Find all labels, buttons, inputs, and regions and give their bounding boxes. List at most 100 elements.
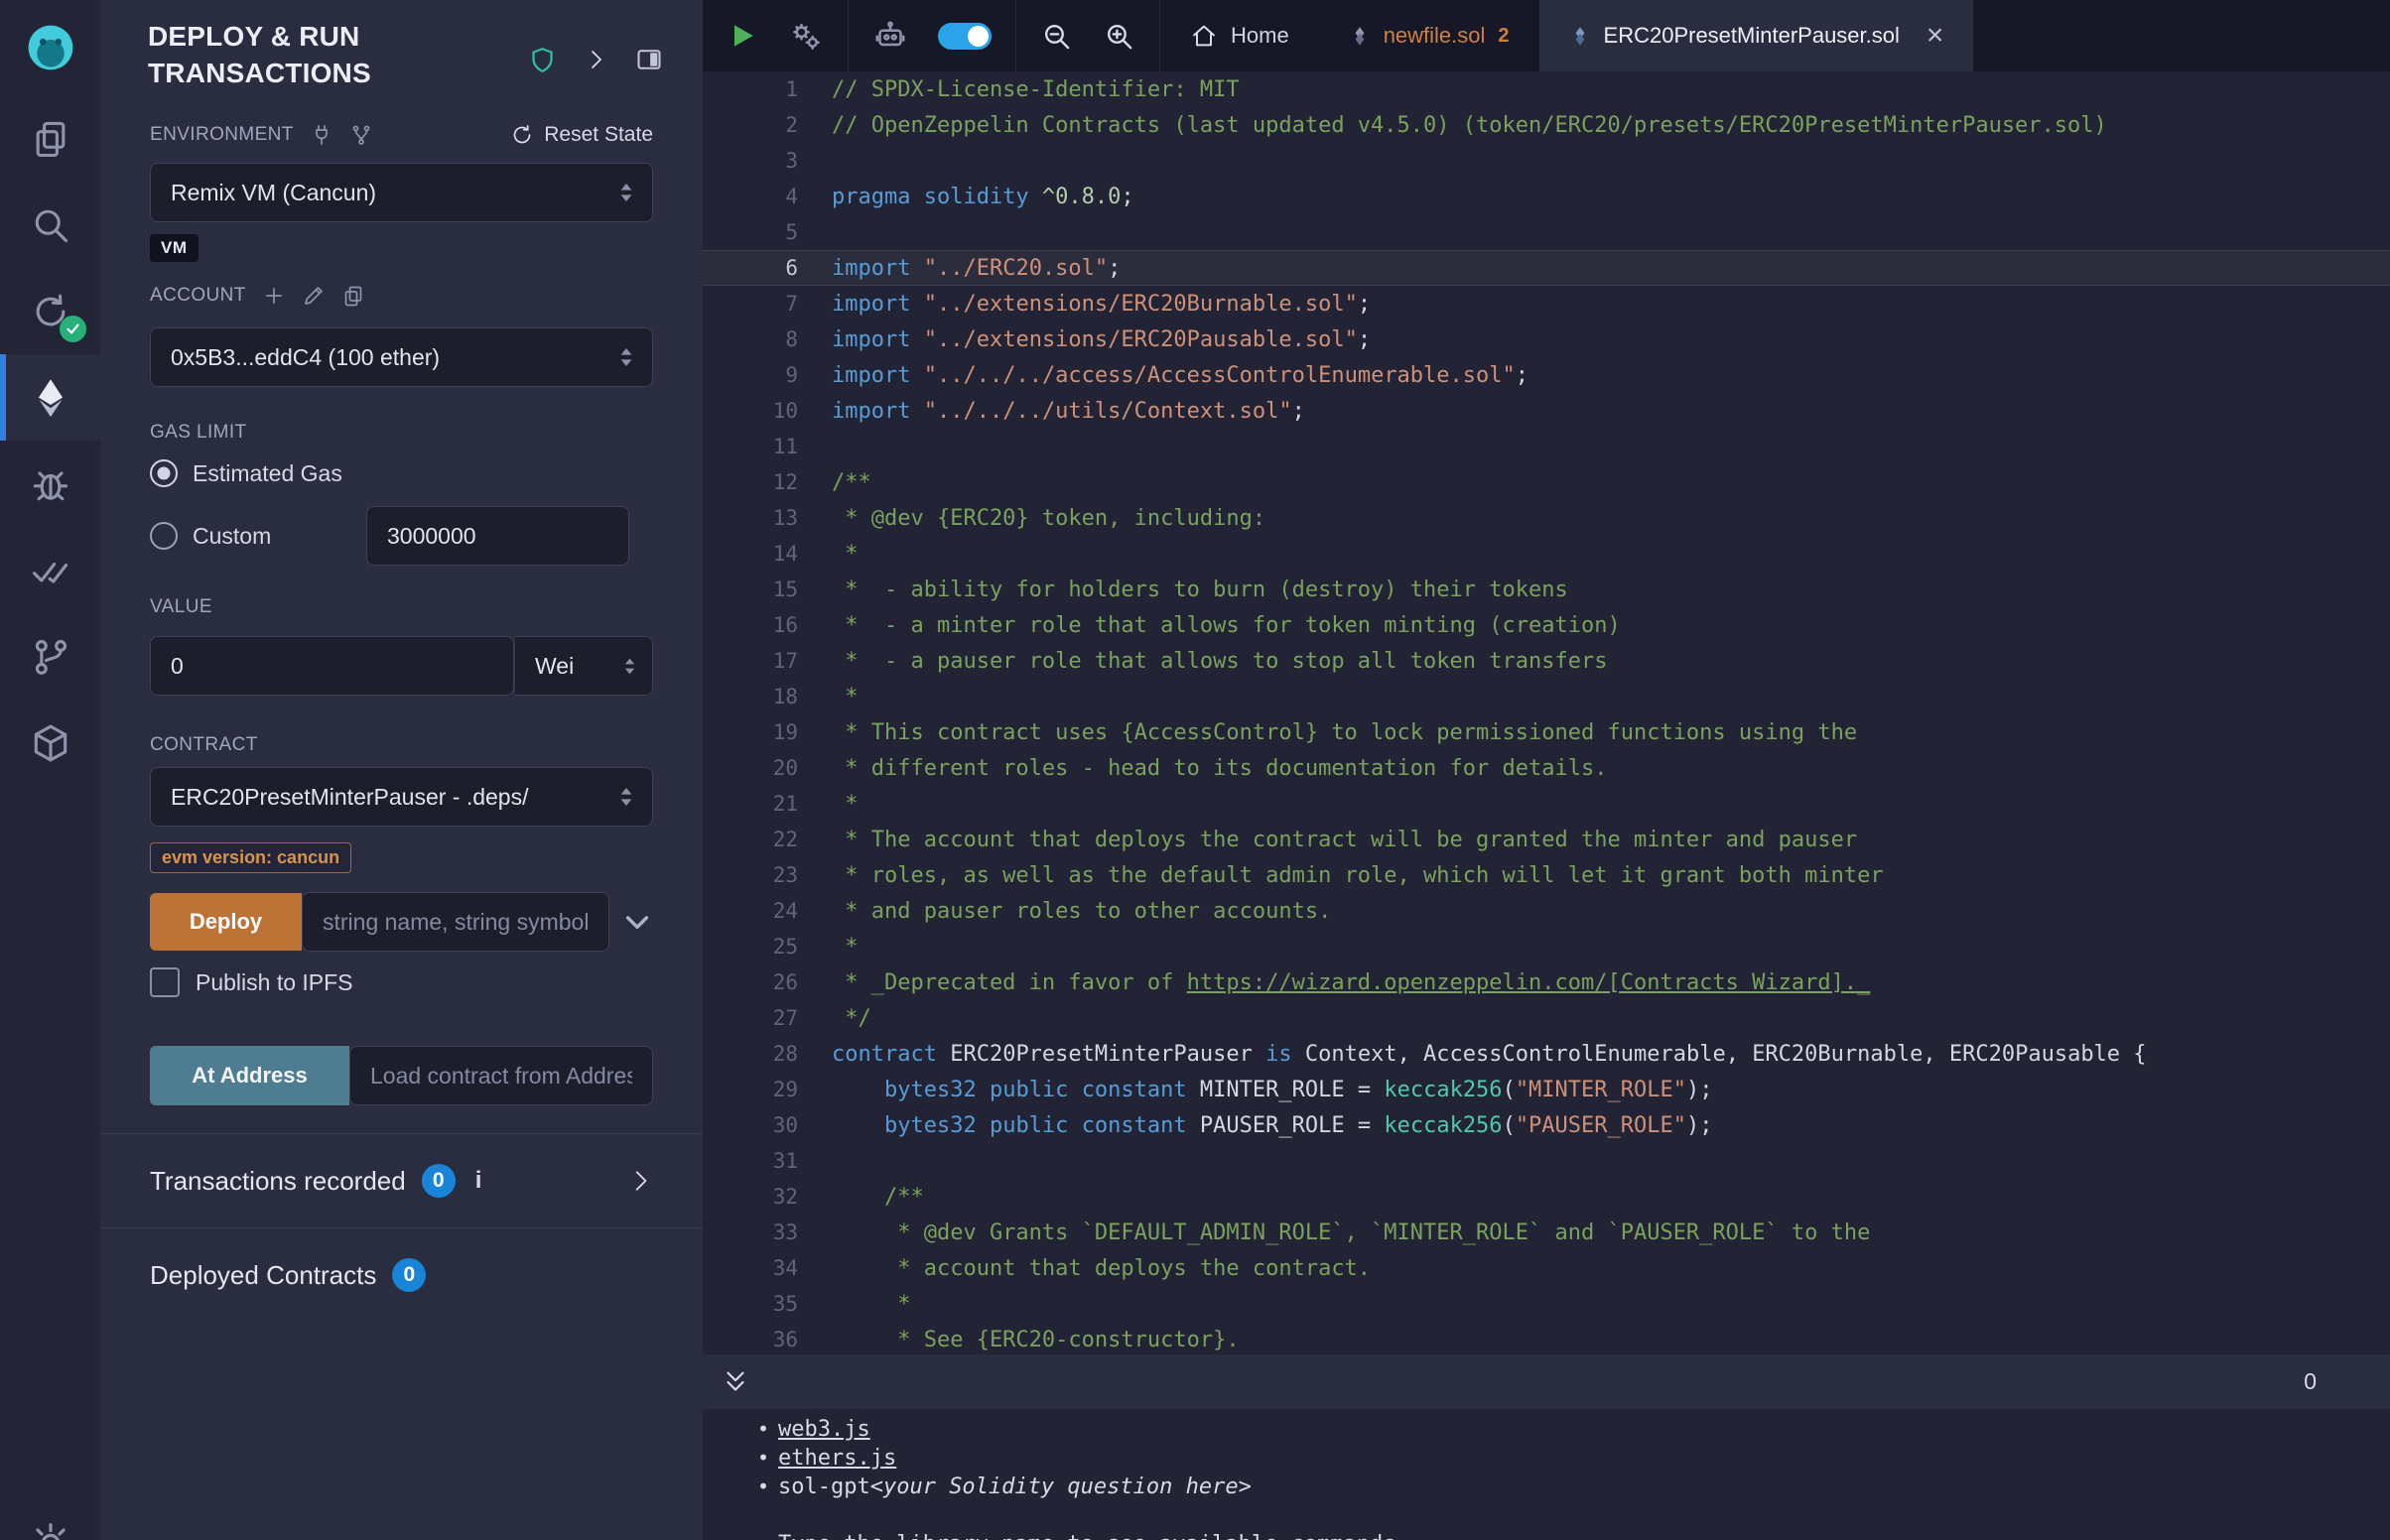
code-line[interactable]: 4pragma solidity ^0.8.0; bbox=[703, 179, 2390, 214]
ethers-link[interactable]: ethers.js bbox=[778, 1444, 896, 1473]
settings-gear-icon[interactable] bbox=[0, 1520, 100, 1540]
tab-bar: Home newfile.sol 2 ERC20PresetMinterPa bbox=[1160, 0, 2390, 71]
stepper-icon bbox=[616, 785, 636, 809]
account-select[interactable]: 0x5B3...eddC4 (100 ether) bbox=[150, 327, 653, 387]
ai-robot-icon[interactable] bbox=[872, 18, 908, 54]
code-line[interactable]: 33 * @dev Grants `DEFAULT_ADMIN_ROLE`, `… bbox=[703, 1215, 2390, 1250]
code-line[interactable]: 18 * bbox=[703, 679, 2390, 714]
code-line[interactable]: 29 bytes32 public constant MINTER_ROLE =… bbox=[703, 1072, 2390, 1107]
solidity-compiler-icon[interactable] bbox=[0, 268, 100, 354]
at-address-input[interactable] bbox=[349, 1046, 653, 1105]
code-line[interactable]: 35 * bbox=[703, 1286, 2390, 1322]
value-unit-select[interactable]: Wei bbox=[514, 636, 653, 696]
vm-badge: VM bbox=[150, 234, 199, 262]
code-line[interactable]: 23 * roles, as well as the default admin… bbox=[703, 857, 2390, 893]
tab-error-badge: 2 bbox=[1498, 25, 1509, 48]
custom-gas-radio[interactable]: Custom bbox=[150, 522, 366, 550]
pin-panel-icon[interactable] bbox=[635, 46, 663, 73]
file-explorer-icon[interactable] bbox=[0, 95, 100, 182]
value-input[interactable] bbox=[150, 636, 514, 696]
search-icon[interactable] bbox=[0, 182, 100, 268]
remix-logo[interactable] bbox=[0, 0, 100, 95]
code-line[interactable]: 17 * - a pauser role that allows to stop… bbox=[703, 643, 2390, 679]
deploy-run-icon[interactable] bbox=[0, 354, 100, 441]
code-line[interactable]: 27 */ bbox=[703, 1000, 2390, 1036]
remix-logo-icon bbox=[25, 22, 76, 73]
code-line[interactable]: 2// OpenZeppelin Contracts (last updated… bbox=[703, 107, 2390, 143]
estimated-gas-radio[interactable]: Estimated Gas bbox=[150, 458, 653, 488]
tab-erc20presetminterpauser[interactable]: ERC20PresetMinterPauser.sol × bbox=[1539, 0, 1974, 71]
ai-copilot-toggle[interactable] bbox=[938, 23, 992, 50]
sol-gpt-label: sol-gpt bbox=[778, 1473, 870, 1501]
reset-state-button[interactable]: Reset State bbox=[510, 123, 653, 147]
deployed-contracts-section[interactable]: Deployed Contracts 0 bbox=[100, 1228, 703, 1322]
script-config-gears-icon[interactable] bbox=[788, 18, 824, 54]
code-line[interactable]: 7import "../extensions/ERC20Burnable.sol… bbox=[703, 286, 2390, 321]
code-area[interactable]: 1// SPDX-License-Identifier: MIT2// Open… bbox=[703, 71, 2390, 1354]
copy-icon[interactable] bbox=[341, 284, 365, 308]
chevron-right-icon[interactable] bbox=[584, 48, 607, 71]
plug-icon[interactable] bbox=[310, 123, 333, 147]
code-line[interactable]: 25 * bbox=[703, 929, 2390, 964]
radio-unchecked bbox=[150, 522, 178, 550]
code-line[interactable]: 20 * different roles - head to its docum… bbox=[703, 750, 2390, 786]
chevron-down-icon[interactable] bbox=[621, 906, 653, 938]
code-line[interactable]: 5 bbox=[703, 214, 2390, 250]
plus-icon[interactable] bbox=[262, 284, 286, 308]
code-line[interactable]: 1// SPDX-License-Identifier: MIT bbox=[703, 71, 2390, 107]
code-line[interactable]: 6import "../ERC20.sol"; bbox=[703, 250, 2390, 286]
code-line[interactable]: 10import "../../../utils/Context.sol"; bbox=[703, 393, 2390, 429]
code-line[interactable]: 22 * The account that deploys the contra… bbox=[703, 822, 2390, 857]
transactions-count-badge: 0 bbox=[422, 1164, 456, 1198]
contract-select[interactable]: ERC20PresetMinterPauser - .deps/ bbox=[150, 767, 653, 827]
page-title: DEPLOY & RUN TRANSACTIONS bbox=[148, 18, 529, 91]
close-tab-icon[interactable]: × bbox=[1926, 21, 1944, 51]
code-line[interactable]: 12/** bbox=[703, 464, 2390, 500]
tab-newfile[interactable]: newfile.sol 2 bbox=[1319, 0, 1539, 71]
code-line[interactable]: 8import "../extensions/ERC20Pausable.sol… bbox=[703, 321, 2390, 357]
zoom-in-icon[interactable] bbox=[1103, 20, 1135, 53]
deploy-button[interactable]: Deploy bbox=[150, 893, 302, 951]
code-line[interactable]: 36 * See {ERC20-constructor}. bbox=[703, 1322, 2390, 1354]
deploy-args-input[interactable] bbox=[302, 892, 609, 952]
code-line[interactable]: 19 * This contract uses {AccessControl} … bbox=[703, 714, 2390, 750]
publish-to-ipfs-checkbox[interactable]: Publish to IPFS bbox=[150, 966, 653, 998]
custom-gas-input[interactable] bbox=[366, 506, 629, 566]
plugin-manager-icon[interactable] bbox=[0, 700, 100, 786]
code-line[interactable]: 16 * - a minter role that allows for tok… bbox=[703, 607, 2390, 643]
tab-home[interactable]: Home bbox=[1160, 0, 1319, 71]
code-line[interactable]: 14 * bbox=[703, 536, 2390, 572]
solidity-file-icon bbox=[1569, 24, 1591, 48]
fork-icon[interactable] bbox=[349, 123, 373, 147]
chevron-right-icon[interactable] bbox=[627, 1168, 653, 1194]
code-line[interactable]: 32 /** bbox=[703, 1179, 2390, 1215]
edit-icon[interactable] bbox=[302, 284, 326, 308]
environment-select[interactable]: Remix VM (Cancun) bbox=[150, 163, 653, 222]
unit-testing-icon[interactable] bbox=[0, 527, 100, 613]
at-address-button[interactable]: At Address bbox=[150, 1046, 349, 1105]
bullet-icon: • bbox=[748, 1444, 778, 1473]
code-line[interactable]: 15 * - ability for holders to burn (dest… bbox=[703, 572, 2390, 607]
contract-label: CONTRACT bbox=[150, 734, 258, 756]
code-line[interactable]: 31 bbox=[703, 1143, 2390, 1179]
code-line[interactable]: 24 * and pauser roles to other accounts. bbox=[703, 893, 2390, 929]
code-line[interactable]: 28contract ERC20PresetMinterPauser is Co… bbox=[703, 1036, 2390, 1072]
code-line[interactable]: 3 bbox=[703, 143, 2390, 179]
code-line[interactable]: 11 bbox=[703, 429, 2390, 464]
terminal-collapse-icon[interactable] bbox=[721, 1367, 750, 1397]
code-line[interactable]: 9import "../../../access/AccessControlEn… bbox=[703, 357, 2390, 393]
debugger-icon[interactable] bbox=[0, 441, 100, 527]
code-line[interactable]: 30 bytes32 public constant PAUSER_ROLE =… bbox=[703, 1107, 2390, 1143]
run-script-play-icon[interactable] bbox=[727, 20, 758, 52]
code-line[interactable]: 21 * bbox=[703, 786, 2390, 822]
git-icon[interactable] bbox=[0, 613, 100, 700]
code-line[interactable]: 13 * @dev {ERC20} token, including: bbox=[703, 500, 2390, 536]
info-icon[interactable]: i bbox=[471, 1167, 486, 1195]
web3-link[interactable]: web3.js bbox=[778, 1415, 870, 1444]
evm-version-badge: evm version: cancun bbox=[150, 842, 351, 873]
code-line[interactable]: 26 * _Deprecated in favor of https://wiz… bbox=[703, 964, 2390, 1000]
code-line[interactable]: 34 * account that deploys the contract. bbox=[703, 1250, 2390, 1286]
transactions-recorded-section[interactable]: Transactions recorded 0 i bbox=[100, 1134, 703, 1227]
compiler-success-badge bbox=[60, 316, 86, 342]
zoom-out-icon[interactable] bbox=[1040, 20, 1073, 53]
